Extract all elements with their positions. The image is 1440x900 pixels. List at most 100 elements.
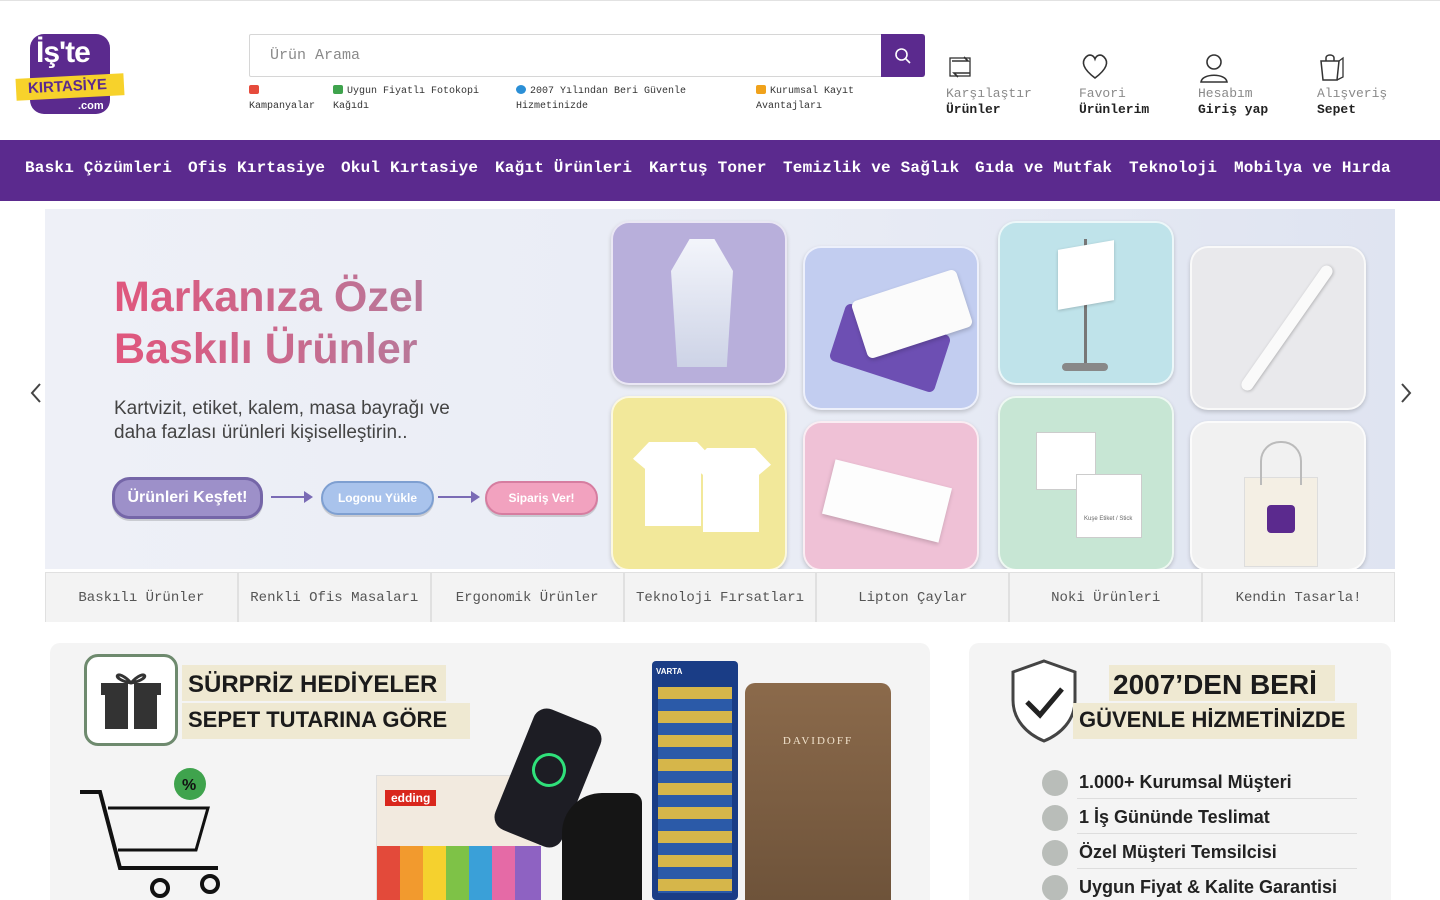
account-label-top: Hesabım [1198,86,1253,101]
trust-banner[interactable]: 2007’DEN BERİ GÜVENLE HİZMETİNİZDE 1.000… [969,643,1391,900]
compare-icon-wrap [946,52,1032,86]
sticker-image [1076,474,1142,538]
nav-school-stationery[interactable]: Okul Kırtasiye [341,159,478,177]
nav-furniture[interactable]: Mobilya ve Hırda [1234,159,1391,177]
user-icon [1200,54,1228,83]
tab-lipton-teas[interactable]: Lipton Çaylar [816,572,1010,622]
search-icon [895,47,911,64]
arrow-icon [271,491,313,503]
divider [1077,798,1357,799]
headline-since-2007: 2007’DEN BERİ [1113,669,1317,700]
svg-text:%: % [182,777,196,794]
heart-icon [1082,54,1108,80]
favorites-label-top: Favori [1079,86,1126,101]
promo-since-2007[interactable]: 2007 Yılından Beri Güvenle Hizmetinizde [516,84,726,114]
wireless-charger-image [490,704,642,900]
feature-item: Uygun Fiyat & Kalite Garantisi [1079,877,1338,897]
tab-ergonomic-products[interactable]: Ergonomik Ürünler [430,572,624,622]
davidoff-coffee: DAVIDOFF [745,683,891,900]
tile-crystal-award[interactable] [611,221,787,385]
cart-label-bottom: Sepet [1317,102,1357,117]
promo-copy-paper[interactable]: Uygun Fiyatlı Fotokopi Kağıdı [333,84,503,114]
hero-subtitle: Kartvizit, etiket, kalem, masa bayrağı v… [114,397,450,445]
promo-corporate[interactable]: Kurumsal Kayıt Avantajları [756,84,886,114]
shopping-bag-icon-wrap [1317,52,1387,86]
hero-tabs: Baskılı Ürünler Renkli Ofis Masaları Erg… [45,572,1396,622]
nav-cartridge-toner[interactable]: Kartuş Toner [649,159,767,177]
gift-icon [101,673,161,729]
globe-icon [516,85,526,94]
tab-noki-products[interactable]: Noki Ürünleri [1009,572,1203,622]
tab-colorful-desks[interactable]: Renkli Ofis Masaları [237,572,431,622]
place-order-button[interactable]: Sipariş Ver! [485,481,598,515]
nav-paper-products[interactable]: Kağıt Ürünleri [495,159,632,177]
account-label-bottom: Giriş yap [1198,102,1269,117]
davidoff-logo: DAVIDOFF [782,735,854,747]
tile-envelopes[interactable] [803,421,979,569]
chevron-right-icon [1401,383,1412,403]
heart-icon-wrap [1079,52,1149,86]
promo-campaigns[interactable]: Kampanyalar [249,84,324,114]
thumbs-up-icon [1042,770,1068,796]
shopping-cart-icon: % [80,768,220,898]
gift-icon [249,85,259,94]
tote-handle [1260,441,1302,485]
tab-design-yourself[interactable]: Kendin Tasarla! [1202,572,1396,622]
tile-stickers[interactable]: Kuşe Etiket / Stick [998,396,1174,569]
flag-base [1062,363,1108,371]
nav-office-stationery[interactable]: Ofis Kırtasiye [188,159,325,177]
desk-flag-image [1058,240,1114,310]
tile-tshirts[interactable] [611,396,787,569]
chevron-left-icon [30,383,41,403]
headline-surprise-gifts: SÜRPRİZ HEDİYELER [188,671,438,698]
cart-link[interactable]: Alışveriş Sepet [1317,52,1387,118]
tab-tech-deals[interactable]: Teknoloji Fırsatları [623,572,817,622]
favorites-label-bottom: Ürünlerim [1079,102,1150,117]
hero-prev-button[interactable] [24,378,48,408]
tile-business-cards[interactable] [803,246,979,410]
hero-banner[interactable]: Markanıza Özel Baskılı Ürünler Kartvizit… [45,209,1395,569]
account-link[interactable]: Hesabım Giriş yap [1198,52,1268,118]
headline-trusted-service: GÜVENLE HİZMETİNİZDE [1079,707,1346,732]
promo-label: Uygun Fiyatlı Fotokopi Kağıdı [333,86,480,112]
tile-tote-bag[interactable] [1190,421,1366,569]
divider [1077,833,1357,834]
logo-text-top: İş'te [36,36,91,69]
edding-logo: edding [385,790,437,806]
arrow-icon [438,491,480,503]
shield-check-icon [1011,659,1077,743]
favorites-link[interactable]: Favori Ürünlerim [1079,52,1149,118]
hero-next-button[interactable] [1394,378,1418,408]
compare-link[interactable]: Karşılaştır Ürünler [946,52,1032,118]
upload-logo-button[interactable]: Logonu Yükle [321,481,434,515]
tile-desk-flag[interactable] [998,221,1174,385]
nav-print-solutions[interactable]: Baskı Çözümleri [25,159,172,177]
search-button[interactable] [881,34,925,77]
search-bar [249,34,925,77]
nav-cleaning-health[interactable]: Temizlik ve Sağlık [783,159,959,177]
explore-products-button[interactable]: Ürünleri Keşfet! [112,477,263,519]
tile-pen[interactable] [1190,246,1366,410]
divider [1077,868,1357,869]
tshirt-image [691,448,771,532]
cart-label-top: Alışveriş [1317,86,1388,101]
envelope-image [822,459,952,543]
promo-label: Kurumsal Kayıt Avantajları [756,86,855,112]
hero-subtitle-line2: daha fazlası ürünleri kişiselleştirin.. [114,422,408,443]
compare-icon [949,56,971,78]
site-logo[interactable]: İş'te KIRTASİYE .com [15,28,125,116]
phone-icon [1042,840,1068,866]
pen-image [1239,263,1335,393]
hero-title-line1: Markanıza Özel [114,273,425,321]
feature-item: Özel Müşteri Temsilcisi [1079,842,1277,862]
hero-title-line2: Baskılı Ürünler [114,325,418,373]
compare-label-top: Karşılaştır [946,86,1032,101]
surprise-gifts-banner[interactable]: SÜRPRİZ HEDİYELER SEPET TUTARINA GÖRE % … [50,643,930,900]
nav-food-kitchen[interactable]: Gıda ve Mutfak [975,159,1112,177]
search-input[interactable] [250,35,882,76]
tab-printed-products[interactable]: Baskılı Ürünler [45,572,238,622]
main-nav: Baskı Çözümleri Ofis Kırtasiye Okul Kırt… [0,140,1440,201]
nav-technology[interactable]: Teknoloji [1129,159,1217,177]
top-border [0,0,1440,1]
gift-box [84,654,178,746]
